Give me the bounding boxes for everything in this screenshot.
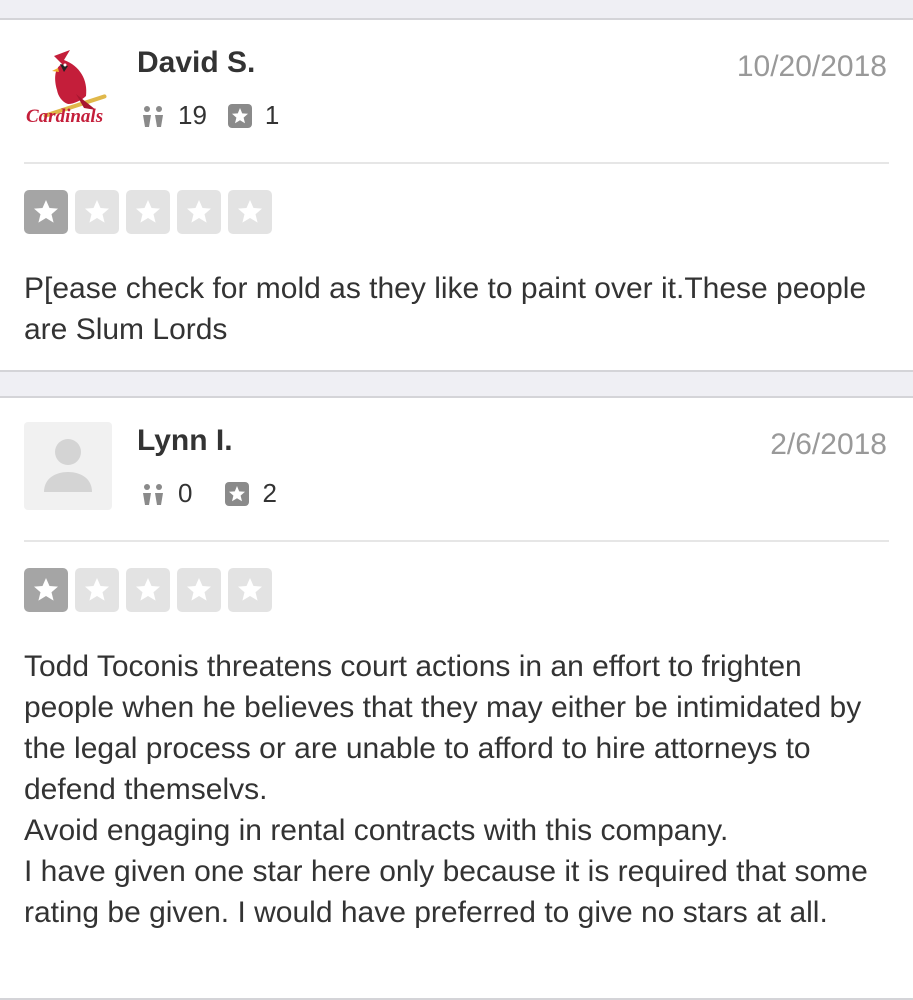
default-user-icon: [44, 439, 92, 492]
star-empty-icon: [126, 190, 170, 234]
star-filled-icon: [24, 568, 68, 612]
friends-icon: [143, 105, 163, 127]
friends-icon: [143, 483, 163, 505]
star-empty-icon: [228, 568, 272, 612]
friends-count: 19: [178, 100, 207, 130]
user-stats: 0 2: [140, 478, 297, 509]
review-card: Lynn I. 2/6/2018 0 2 Todd Toconis threat…: [0, 398, 913, 1000]
section-separator: [0, 370, 913, 398]
review-date: 10/20/2018: [736, 50, 887, 83]
star-empty-icon: [75, 190, 119, 234]
review-star-icon: [225, 481, 250, 506]
user-avatar[interactable]: [24, 422, 112, 510]
star-rating: [24, 568, 279, 612]
star-empty-icon: [75, 568, 119, 612]
review-card: Cardinals David S. 10/20/2018 19 1 P[eas…: [0, 20, 913, 370]
review-text: P[ease check for mold as they like to pa…: [24, 272, 867, 346]
user-stats: 19 1: [140, 100, 299, 131]
star-empty-icon: [126, 568, 170, 612]
star-filled-icon: [24, 190, 68, 234]
divider: [24, 162, 889, 164]
user-name[interactable]: David S.: [137, 46, 255, 80]
reviews-count: 2: [262, 478, 277, 508]
star-rating: [24, 190, 279, 234]
review-star-icon: [227, 103, 252, 128]
top-separator: [0, 0, 913, 20]
review-date: 2/6/2018: [770, 428, 887, 461]
star-empty-icon: [228, 190, 272, 234]
star-empty-icon: [177, 568, 221, 612]
user-name[interactable]: Lynn I.: [137, 424, 233, 458]
svg-text:Cardinals: Cardinals: [26, 106, 103, 127]
star-empty-icon: [177, 190, 221, 234]
cardinals-logo-icon: Cardinals: [26, 50, 107, 127]
reviews-count: 1: [264, 100, 280, 130]
user-avatar[interactable]: Cardinals: [24, 44, 112, 132]
divider: [24, 540, 889, 542]
friends-count: 0: [178, 478, 193, 508]
review-text: Todd Toconis threatens court actions in …: [24, 650, 868, 929]
